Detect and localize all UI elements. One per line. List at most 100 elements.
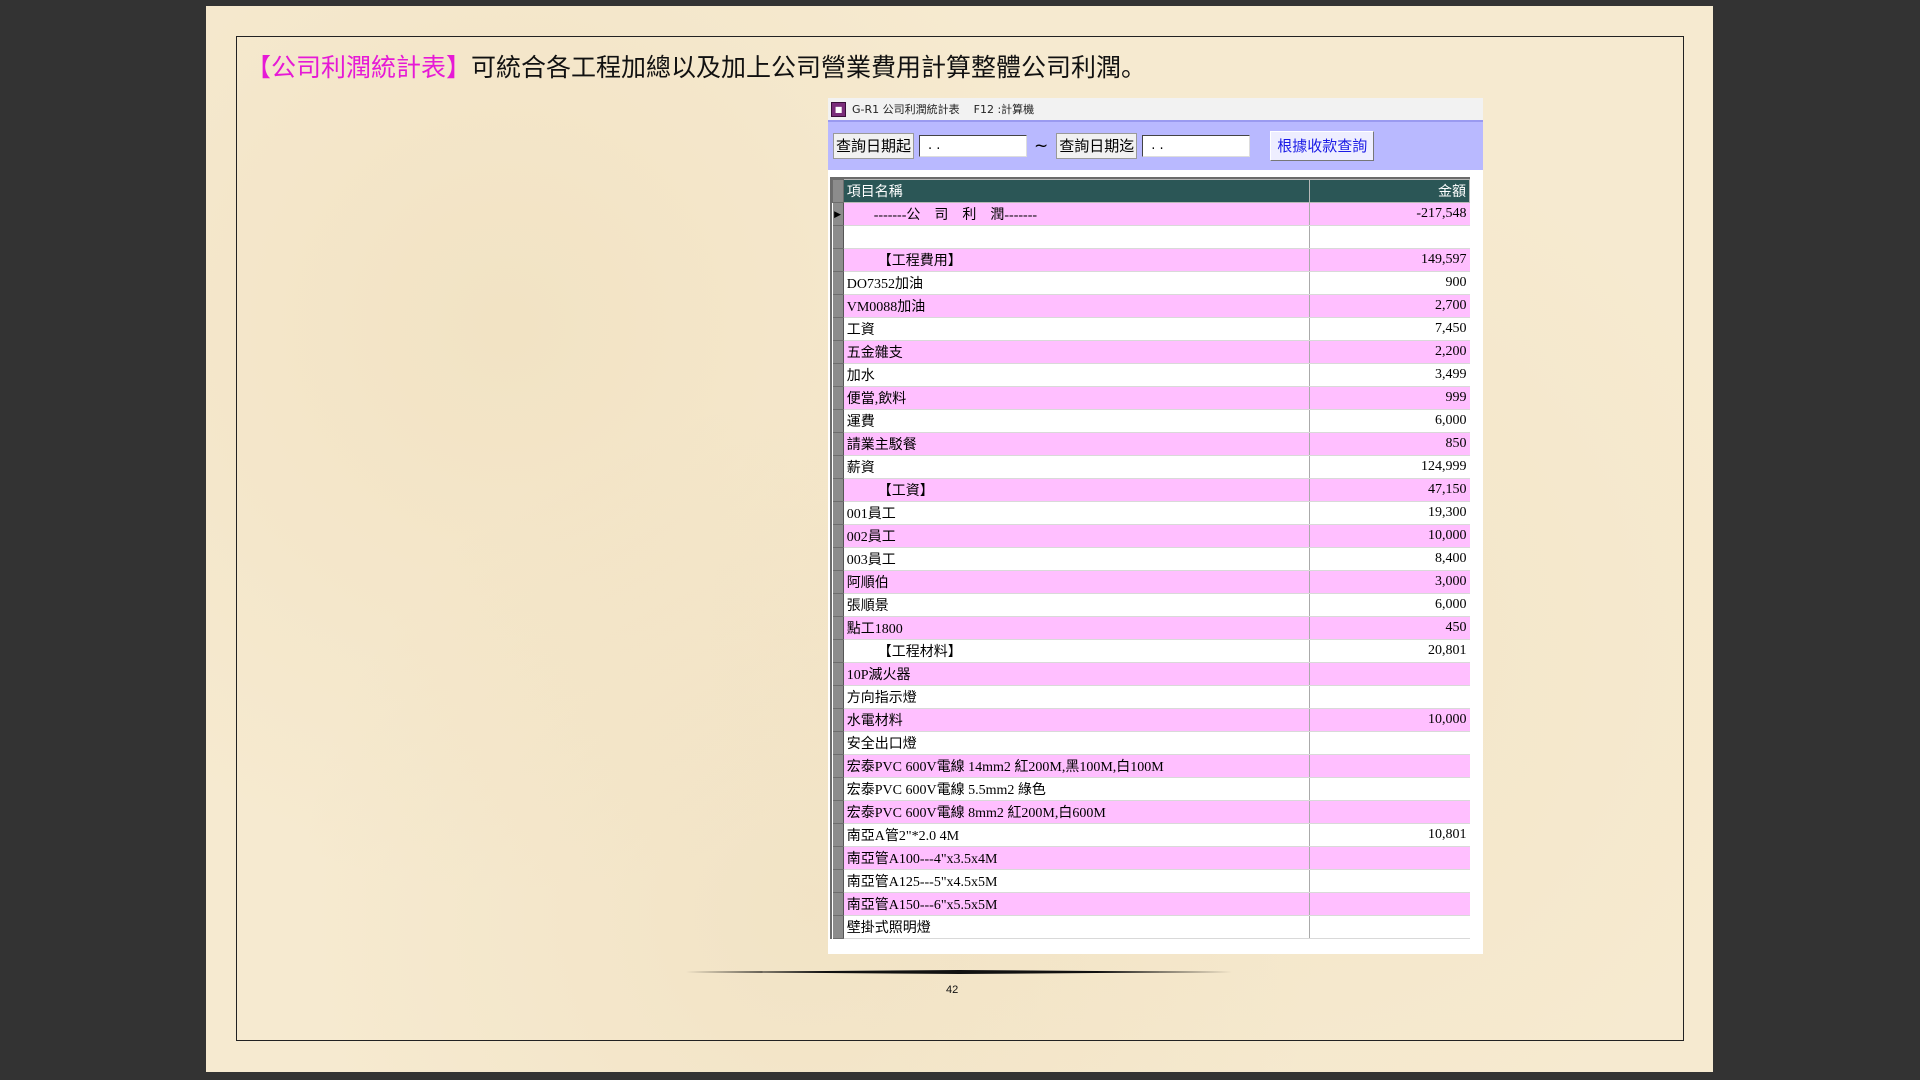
table-row[interactable]: 002員工 10,000 bbox=[832, 524, 1470, 548]
row-selector[interactable] bbox=[832, 593, 844, 617]
row-item-name[interactable]: 水電材料 bbox=[843, 708, 1311, 732]
row-amount[interactable]: 3,000 bbox=[1309, 570, 1470, 594]
row-item-name[interactable]: 運費 bbox=[843, 409, 1311, 433]
row-selector[interactable] bbox=[832, 662, 844, 686]
row-item-name[interactable]: 南亞A管2"*2.0 4M bbox=[843, 823, 1311, 847]
table-row[interactable]: 阿順伯 3,000 bbox=[832, 570, 1470, 594]
row-item-name[interactable]: 安全出口燈 bbox=[843, 731, 1311, 755]
row-item-name[interactable] bbox=[843, 225, 1311, 249]
end-date-input[interactable]: . . bbox=[1142, 135, 1251, 157]
table-row[interactable]: 【工程材料】 20,801 bbox=[832, 639, 1470, 663]
row-item-name[interactable]: 南亞管A100---4"x3.5x4M bbox=[843, 846, 1311, 870]
row-selector[interactable] bbox=[832, 685, 844, 709]
table-row[interactable]: 方向指示燈 bbox=[832, 685, 1470, 709]
row-item-name[interactable]: -------公 司 利 潤------- bbox=[843, 202, 1311, 226]
table-row[interactable]: 宏泰PVC 600V電線 5.5mm2 綠色 bbox=[832, 777, 1470, 801]
table-row[interactable]: 便當,飲料 999 bbox=[832, 386, 1470, 410]
row-amount[interactable]: 7,450 bbox=[1309, 317, 1470, 341]
table-row[interactable]: 水電材料 10,000 bbox=[832, 708, 1470, 732]
row-amount[interactable] bbox=[1309, 892, 1470, 916]
row-amount[interactable]: 124,999 bbox=[1309, 455, 1470, 479]
row-item-name[interactable]: 宏泰PVC 600V電線 14mm2 紅200M,黑100M,白100M bbox=[843, 754, 1311, 778]
row-amount[interactable]: 999 bbox=[1309, 386, 1470, 410]
table-row[interactable]: 南亞管A100---4"x3.5x4M bbox=[832, 846, 1470, 870]
table-row[interactable]: 運費 6,000 bbox=[832, 409, 1470, 433]
table-row[interactable]: DO7352加油 900 bbox=[832, 271, 1470, 295]
row-item-name[interactable]: 方向指示燈 bbox=[843, 685, 1311, 709]
row-selector[interactable] bbox=[832, 432, 844, 456]
row-selector[interactable] bbox=[832, 777, 844, 801]
row-item-name[interactable]: 10P滅火器 bbox=[843, 662, 1311, 686]
row-amount[interactable]: -217,548 bbox=[1309, 202, 1470, 226]
row-selector[interactable] bbox=[832, 225, 844, 249]
row-item-name[interactable]: 003員工 bbox=[843, 547, 1311, 571]
row-amount[interactable] bbox=[1309, 800, 1470, 824]
row-amount[interactable] bbox=[1309, 662, 1470, 686]
row-item-name[interactable]: 薪資 bbox=[843, 455, 1311, 479]
row-item-name[interactable]: DO7352加油 bbox=[843, 271, 1311, 295]
row-selector[interactable] bbox=[832, 501, 844, 525]
row-item-name[interactable]: VM0088加油 bbox=[843, 294, 1311, 318]
row-item-name[interactable]: 阿順伯 bbox=[843, 570, 1311, 594]
row-selector[interactable] bbox=[832, 363, 844, 387]
row-item-name[interactable]: 南亞管A125---5"x4.5x5M bbox=[843, 869, 1311, 893]
table-row[interactable]: 南亞A管2"*2.0 4M 10,801 bbox=[832, 823, 1470, 847]
row-selector[interactable] bbox=[832, 639, 844, 663]
query-by-receipt-button[interactable]: 根據收款查詢 bbox=[1270, 131, 1375, 161]
row-selector[interactable] bbox=[832, 294, 844, 318]
table-row[interactable]: 【工程費用】 149,597 bbox=[832, 248, 1470, 272]
row-amount[interactable] bbox=[1309, 754, 1470, 778]
start-date-input[interactable]: . . bbox=[919, 135, 1028, 157]
row-amount[interactable]: 450 bbox=[1309, 616, 1470, 640]
row-selector[interactable] bbox=[832, 616, 844, 640]
row-amount[interactable] bbox=[1309, 731, 1470, 755]
row-amount[interactable]: 10,000 bbox=[1309, 524, 1470, 548]
table-row[interactable]: ▶ -------公 司 利 潤------- -217,548 bbox=[832, 202, 1470, 226]
row-amount[interactable]: 19,300 bbox=[1309, 501, 1470, 525]
column-header-amount[interactable]: 金額 bbox=[1309, 179, 1470, 203]
table-row[interactable] bbox=[832, 225, 1470, 249]
row-selector[interactable] bbox=[832, 340, 844, 364]
table-row[interactable]: 宏泰PVC 600V電線 14mm2 紅200M,黑100M,白100M bbox=[832, 754, 1470, 778]
row-amount[interactable]: 2,200 bbox=[1309, 340, 1470, 364]
row-selector[interactable] bbox=[832, 731, 844, 755]
row-selector[interactable] bbox=[832, 547, 844, 571]
row-item-name[interactable]: 南亞管A150---6"x5.5x5M bbox=[843, 892, 1311, 916]
row-amount[interactable] bbox=[1309, 225, 1470, 249]
row-selector[interactable] bbox=[832, 317, 844, 341]
row-selector[interactable] bbox=[832, 524, 844, 548]
table-row[interactable]: 工資 7,450 bbox=[832, 317, 1470, 341]
row-amount[interactable]: 3,499 bbox=[1309, 363, 1470, 387]
row-item-name[interactable]: 加水 bbox=[843, 363, 1311, 387]
row-selector[interactable] bbox=[832, 478, 844, 502]
row-selector[interactable] bbox=[832, 386, 844, 410]
row-amount[interactable]: 900 bbox=[1309, 271, 1470, 295]
row-item-name[interactable]: 【工資】 bbox=[843, 478, 1311, 502]
row-amount[interactable]: 20,801 bbox=[1309, 639, 1470, 663]
row-amount[interactable]: 149,597 bbox=[1309, 248, 1470, 272]
row-amount[interactable] bbox=[1309, 915, 1470, 939]
row-amount[interactable]: 10,801 bbox=[1309, 823, 1470, 847]
table-row[interactable]: 請業主駁餐 850 bbox=[832, 432, 1470, 456]
row-item-name[interactable]: 宏泰PVC 600V電線 8mm2 紅200M,白600M bbox=[843, 800, 1311, 824]
row-item-name[interactable]: 五金雜支 bbox=[843, 340, 1311, 364]
table-row[interactable]: 003員工 8,400 bbox=[832, 547, 1470, 571]
table-row[interactable]: 南亞管A150---6"x5.5x5M bbox=[832, 892, 1470, 916]
row-selector[interactable] bbox=[832, 869, 844, 893]
row-amount[interactable]: 6,000 bbox=[1309, 409, 1470, 433]
row-amount[interactable]: 8,400 bbox=[1309, 547, 1470, 571]
row-amount[interactable] bbox=[1309, 777, 1470, 801]
table-row[interactable]: VM0088加油 2,700 bbox=[832, 294, 1470, 318]
row-amount[interactable] bbox=[1309, 846, 1470, 870]
row-selector[interactable] bbox=[832, 455, 844, 479]
row-selector[interactable] bbox=[832, 823, 844, 847]
row-item-name[interactable]: 宏泰PVC 600V電線 5.5mm2 綠色 bbox=[843, 777, 1311, 801]
table-row[interactable]: 安全出口燈 bbox=[832, 731, 1470, 755]
table-row[interactable]: 【工資】 47,150 bbox=[832, 478, 1470, 502]
row-item-name[interactable]: 002員工 bbox=[843, 524, 1311, 548]
row-selector[interactable] bbox=[832, 708, 844, 732]
row-selector[interactable] bbox=[832, 754, 844, 778]
table-row[interactable]: 點工1800 450 bbox=[832, 616, 1470, 640]
row-item-name[interactable]: 【工程材料】 bbox=[843, 639, 1311, 663]
row-item-name[interactable]: 001員工 bbox=[843, 501, 1311, 525]
